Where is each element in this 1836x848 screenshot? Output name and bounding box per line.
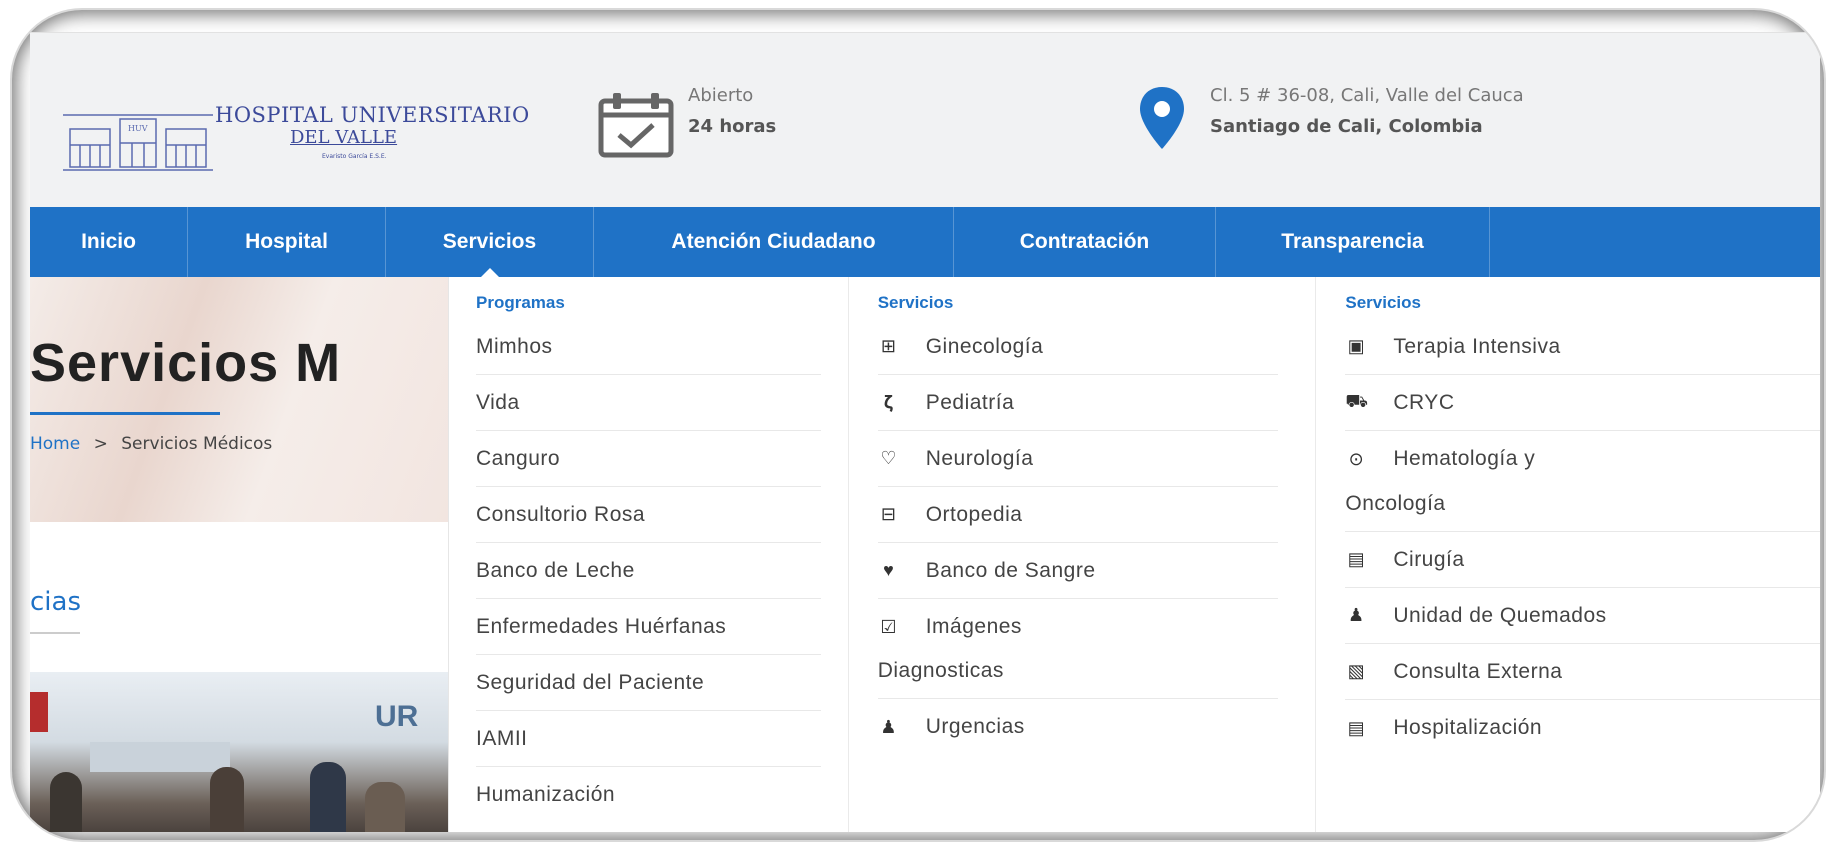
section-divider bbox=[30, 632, 80, 634]
menu-item-pediatria[interactable]: 𝛇 Pediatría bbox=[877, 375, 1278, 431]
menu-item-ginecologia[interactable]: ⊞ Ginecología bbox=[877, 319, 1278, 375]
calendar-check-icon bbox=[598, 93, 674, 158]
menu-item-mimhos[interactable]: Mimhos bbox=[476, 319, 821, 375]
menu-item-humanizacion[interactable]: Humanización bbox=[476, 767, 821, 823]
opening-hours: Abierto 24 horas bbox=[688, 85, 776, 137]
menu-item-hospitalizacion[interactable]: ▤ Hospitalización bbox=[1345, 700, 1820, 756]
minus-square-icon: ⊟ bbox=[880, 504, 897, 524]
menu-item-consultorio-rosa[interactable]: Consultorio Rosa bbox=[476, 487, 821, 543]
nav-item-inicio[interactable]: Inicio bbox=[30, 207, 188, 277]
menu-item-canguro[interactable]: Canguro bbox=[476, 431, 821, 487]
servicios-mega-menu: Programas Mimhos Vida Canguro Consultori… bbox=[448, 277, 1820, 832]
menu-item-seguridad-del-paciente[interactable]: Seguridad del Paciente bbox=[476, 655, 821, 711]
nav-item-atencion-ciudadano[interactable]: Atención Ciudadano bbox=[594, 207, 954, 277]
nav-item-hospital[interactable]: Hospital bbox=[188, 207, 386, 277]
hero-banner bbox=[30, 277, 450, 522]
page-title: Servicios M bbox=[30, 333, 342, 393]
screenshot-frame: HUV HOSPITAL UNIVERSITARIO DEL VALLE Eva… bbox=[12, 10, 1824, 840]
menu-column-servicios-2: Servicios ▣ Terapia Intensiva ⛟ CRYC ⊙ Hema… bbox=[1316, 277, 1820, 832]
main-nav: Inicio Hospital Servicios Atención Ciuda… bbox=[30, 207, 1820, 278]
stethoscope-icon: 𝛇 bbox=[883, 392, 894, 412]
menu-item-vida[interactable]: Vida bbox=[476, 375, 821, 431]
title-underline bbox=[30, 412, 220, 415]
top-header: HUV HOSPITAL UNIVERSITARIO DEL VALLE Eva… bbox=[30, 32, 1820, 207]
menu-column-servicios-1: Servicios ⊞ Ginecología 𝛇 Pediatría ♡ Neuro… bbox=[849, 277, 1317, 832]
menu-item-cirugia[interactable]: ▤ Cirugía bbox=[1345, 532, 1820, 588]
user-doctor-icon: ♟ bbox=[880, 716, 898, 737]
breadcrumb: Home > Servicios Médicos bbox=[30, 434, 272, 454]
menu-column-programas: Programas Mimhos Vida Canguro Consultori… bbox=[449, 277, 849, 832]
hospital-icon: ▤ bbox=[1347, 717, 1366, 738]
menu-item-banco-de-sangre[interactable]: ♥ Banco de Sangre bbox=[877, 543, 1278, 599]
hospital-building-icon: HUV bbox=[63, 114, 213, 171]
map-pin-icon bbox=[1140, 87, 1184, 149]
svg-text:HUV: HUV bbox=[128, 124, 148, 133]
menu-item-neurologia[interactable]: ♡ Neurología bbox=[877, 431, 1278, 487]
column-heading-servicios-2: Servicios bbox=[1345, 293, 1421, 312]
nav-item-contratacion[interactable]: Contratación bbox=[954, 207, 1216, 277]
photo-sign: UR bbox=[375, 700, 419, 733]
ambulance-icon: ⛟ bbox=[1345, 390, 1369, 411]
urgencias-photo: UR bbox=[30, 672, 450, 832]
logo-tagline: Evaristo García E.S.E. bbox=[322, 153, 387, 160]
logo-subtitle: DEL VALLE bbox=[290, 127, 398, 148]
menu-item-iamii[interactable]: IAMII bbox=[476, 711, 821, 767]
dot-circle-icon: ⊙ bbox=[1348, 448, 1365, 469]
menu-item-ortopedia[interactable]: ⊟ Ortopedia bbox=[877, 487, 1278, 543]
menu-item-consulta-externa[interactable]: ▧ Consulta Externa bbox=[1345, 644, 1820, 700]
menu-item-diagnosticas[interactable]: Diagnosticas bbox=[877, 643, 1278, 699]
menu-item-oncologia[interactable]: Oncología bbox=[1345, 476, 1820, 532]
hours-value: 24 horas bbox=[688, 116, 777, 137]
menu-item-urgencias[interactable]: ♟ Urgencias bbox=[878, 699, 1278, 755]
nav-item-transparencia[interactable]: Transparencia bbox=[1216, 207, 1490, 277]
breadcrumb-current: Servicios Médicos bbox=[121, 434, 273, 454]
heart-outline-icon: ♡ bbox=[880, 448, 898, 468]
hospital-icon: ▤ bbox=[1347, 549, 1366, 569]
column-heading-programas: Programas bbox=[476, 293, 565, 312]
menu-item-banco-de-leche[interactable]: Banco de Leche bbox=[476, 543, 821, 599]
h-square-icon: ▧ bbox=[1347, 661, 1366, 681]
menu-item-enfermedades-huerfanas[interactable]: Enfermedades Huérfanas bbox=[476, 599, 821, 655]
plus-square-icon: ⊞ bbox=[880, 336, 897, 356]
address-street: Cl. 5 # 36-08, Cali, Valle del Cauca bbox=[1210, 85, 1524, 106]
hours-status: Abierto bbox=[688, 85, 754, 106]
breadcrumb-home[interactable]: Home bbox=[30, 434, 80, 454]
menu-item-cryc[interactable]: ⛟ CRYC bbox=[1345, 375, 1820, 431]
user-doctor-icon: ♟ bbox=[1348, 605, 1365, 625]
browser-viewport: HUV HOSPITAL UNIVERSITARIO DEL VALLE Eva… bbox=[30, 32, 1820, 832]
address: Cl. 5 # 36-08, Cali, Valle del Cauca San… bbox=[1210, 85, 1524, 137]
nav-item-servicios[interactable]: Servicios bbox=[386, 207, 594, 278]
section-title: cias bbox=[30, 587, 81, 617]
column-heading-servicios-1: Servicios bbox=[877, 293, 954, 312]
medkit-icon: ▣ bbox=[1347, 336, 1366, 356]
heart-pulse-icon: ♥ bbox=[883, 560, 895, 580]
menu-item-unidad-de-quemados[interactable]: ♟ Unidad de Quemados bbox=[1345, 588, 1820, 644]
logo-title: HOSPITAL UNIVERSITARIO bbox=[215, 103, 530, 127]
check-square-icon: ☑ bbox=[880, 616, 898, 637]
menu-item-terapia-intensiva[interactable]: ▣ Terapia Intensiva bbox=[1345, 319, 1820, 375]
breadcrumb-separator: > bbox=[93, 434, 108, 454]
address-city: Santiago de Cali, Colombia bbox=[1210, 116, 1483, 137]
